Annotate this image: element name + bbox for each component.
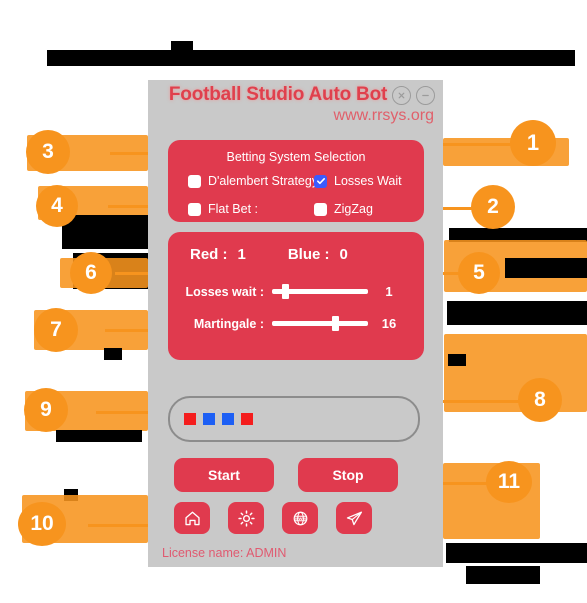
stats-panel: Red : 1 Blue : 0 Losses wait : 1 Marting…: [168, 232, 424, 360]
losses-wait-slider-row: Losses wait : 1: [168, 284, 424, 299]
callout-badge-6: 6: [70, 252, 112, 294]
window-controls: [392, 86, 435, 105]
close-circle-icon[interactable]: [392, 86, 411, 105]
callout-8-inner-bar: [448, 354, 466, 366]
red-counter: Red : 1: [190, 246, 246, 263]
slider-thumb[interactable]: [281, 284, 289, 299]
result-history-box[interactable]: [168, 396, 420, 442]
svg-text:www: www: [293, 517, 305, 522]
callout-11-lower-bar: [446, 543, 587, 563]
screenshot-stage: Football Studio Auto Bot www.rrsys.org B…: [0, 0, 587, 603]
www-globe-icon[interactable]: www: [282, 502, 318, 534]
callout-badge-2: 2: [471, 185, 515, 229]
app-title: Football Studio Auto Bot: [168, 84, 388, 105]
losses-wait-label: Losses wait :: [185, 284, 265, 299]
minimize-circle-icon[interactable]: [416, 86, 435, 105]
betting-options-row-2: Flat Bet : ZigZag: [168, 202, 424, 216]
checkbox-zigzag[interactable]: ZigZag: [314, 202, 424, 216]
callout-5-inner-bar: [505, 258, 587, 278]
martingale-slider-row: Martingale : 16: [168, 316, 424, 331]
callout-badge-10: 10: [18, 502, 66, 546]
callout-badge-1: 1: [510, 120, 556, 166]
callout-badge-4: 4: [36, 185, 78, 227]
callout-badge-3: 3: [26, 130, 70, 174]
settings-gear-icon[interactable]: [228, 502, 264, 534]
checkbox-label: ZigZag: [334, 202, 373, 216]
red-value: 1: [237, 246, 246, 263]
callout-5-lower-bar: [447, 301, 587, 325]
license-label: License name:: [162, 546, 244, 560]
license-value: ADMIN: [246, 546, 287, 560]
martingale-slider[interactable]: [272, 316, 368, 331]
checkbox-label: D'alembert Strategy: [208, 174, 319, 188]
action-buttons: Start Stop: [174, 458, 419, 492]
checkbox-label: Losses Wait: [334, 174, 402, 188]
start-button[interactable]: Start: [174, 458, 274, 492]
callout-9-extra-bar: [56, 430, 142, 442]
checkbox-box-icon[interactable]: [188, 202, 201, 216]
history-square: [184, 413, 196, 425]
stop-button[interactable]: Stop: [298, 458, 398, 492]
bottom-right-bar: [466, 566, 540, 584]
history-square: [222, 413, 234, 425]
home-icon[interactable]: [174, 502, 210, 534]
callout-badge-9: 9: [24, 388, 68, 432]
counters-row: Red : 1 Blue : 0: [168, 246, 424, 263]
checkbox-flat-bet[interactable]: Flat Bet :: [168, 202, 314, 216]
callout-badge-5: 5: [458, 252, 500, 294]
blue-counter: Blue : 0: [288, 246, 348, 263]
title-bar: Football Studio Auto Bot www.rrsys.org: [148, 80, 443, 132]
history-square: [241, 413, 253, 425]
checkbox-box-icon[interactable]: [314, 202, 327, 216]
losses-wait-value: 1: [385, 284, 393, 299]
top-redaction-notch: [171, 41, 193, 53]
history-square: [203, 413, 215, 425]
license-info: License name: ADMIN: [162, 546, 286, 560]
slider-thumb[interactable]: [331, 316, 339, 331]
app-subtitle-url: www.rrsys.org: [333, 107, 434, 124]
callout-badge-7: 7: [34, 308, 78, 352]
blue-label: Blue :: [287, 246, 330, 263]
top-redaction-bar: [47, 50, 575, 66]
app-window: Football Studio Auto Bot www.rrsys.org B…: [148, 80, 443, 567]
checkbox-dalembert-strategy[interactable]: D'alembert Strategy: [168, 174, 318, 188]
callout-badge-8: 8: [518, 378, 562, 422]
checkbox-box-icon[interactable]: [188, 174, 201, 188]
checkbox-check-icon[interactable]: [314, 174, 327, 188]
icon-buttons: www: [174, 502, 419, 534]
checkbox-label: Flat Bet :: [208, 202, 259, 216]
betting-options-row-1: D'alembert Strategy Losses Wait: [168, 174, 424, 188]
red-label: Red :: [190, 246, 228, 263]
callout-badge-11: 11: [486, 461, 532, 503]
betting-system-panel: Betting System Selection D'alembert Stra…: [168, 140, 424, 222]
checkbox-losses-wait[interactable]: Losses Wait: [314, 174, 424, 188]
telegram-send-icon[interactable]: [336, 502, 372, 534]
callout-4-extra-bar: [62, 215, 148, 249]
martingale-label: Martingale :: [193, 316, 264, 331]
callout-7-extra-bar: [104, 348, 122, 360]
martingale-value: 16: [381, 316, 397, 331]
losses-wait-slider[interactable]: [272, 284, 368, 299]
blue-value: 0: [339, 246, 348, 263]
betting-system-heading: Betting System Selection: [226, 150, 366, 164]
